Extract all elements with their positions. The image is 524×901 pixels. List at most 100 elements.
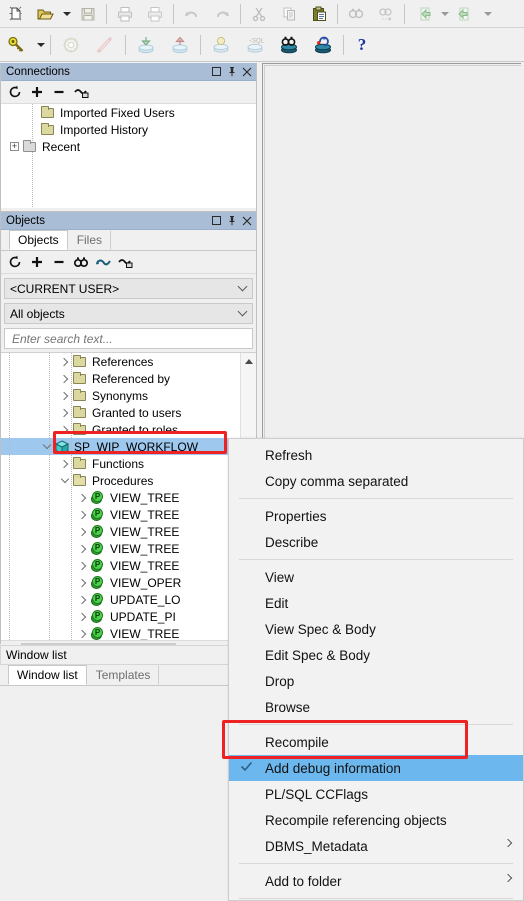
edit-icon[interactable] xyxy=(115,252,135,272)
tree-row[interactable]: P VIEW_TREE xyxy=(1,557,256,574)
chevron-right-icon[interactable] xyxy=(57,371,72,387)
menu-item-view[interactable]: View xyxy=(229,564,523,590)
chevron-down-icon[interactable] xyxy=(232,279,252,298)
chevron-right-icon[interactable] xyxy=(75,524,90,540)
chevron-down-icon[interactable] xyxy=(39,439,54,455)
menu-item-copy-comma-separated[interactable]: Copy comma separated xyxy=(229,468,523,494)
expand-plus-icon[interactable]: + xyxy=(7,139,22,155)
tree-row[interactable]: P VIEW_TREE xyxy=(1,540,256,557)
chevron-right-icon[interactable] xyxy=(75,626,90,641)
refresh-icon[interactable] xyxy=(5,252,25,272)
chevron-right-icon[interactable] xyxy=(75,558,90,574)
tree-row[interactable]: P VIEW_OPER xyxy=(1,574,256,591)
tree-row[interactable]: Functions xyxy=(1,455,256,472)
tree-row[interactable]: P VIEW_TREE xyxy=(1,489,256,506)
tab-objects[interactable]: Objects xyxy=(9,230,68,250)
tree-row[interactable]: P VIEW_TREE xyxy=(1,625,256,640)
menu-item-edit-spec-body[interactable]: Edit Spec & Body xyxy=(229,642,523,668)
explain-plan-icon[interactable] xyxy=(272,32,306,58)
user-filter-combo[interactable]: <CURRENT USER> xyxy=(4,278,253,299)
tree-row[interactable]: Imported Fixed Users xyxy=(1,104,256,121)
objects-tree[interactable]: References Referenced by Synonyms Granted t… xyxy=(1,352,256,640)
chevron-right-icon[interactable] xyxy=(57,422,72,438)
chevron-right-icon[interactable] xyxy=(57,388,72,404)
chevron-right-icon[interactable] xyxy=(75,507,90,523)
remove-icon[interactable] xyxy=(49,252,69,272)
tree-row[interactable]: P VIEW_TREE xyxy=(1,523,256,540)
object-context-menu[interactable]: Refresh Copy comma separated Properties Des… xyxy=(228,438,524,901)
maximize-icon[interactable] xyxy=(209,64,224,80)
tab-templates[interactable]: Templates xyxy=(87,665,160,685)
pin-icon[interactable] xyxy=(224,64,239,80)
menu-item-pl-sql-ccflags[interactable]: PL/SQL CCFlags xyxy=(229,781,523,807)
menu-separator xyxy=(239,898,513,899)
menu-item-drop[interactable]: Drop xyxy=(229,668,523,694)
test-db-icon[interactable] xyxy=(306,32,340,58)
menu-item-browse[interactable]: Browse xyxy=(229,694,523,720)
tree-node-label: Granted to roles xyxy=(92,422,179,437)
menu-item-recompile-referencing-objects[interactable]: Recompile referencing objects xyxy=(229,807,523,833)
chevron-right-icon[interactable] xyxy=(75,490,90,506)
tree-row[interactable]: P UPDATE_PI xyxy=(1,608,256,625)
tab-window-list[interactable]: Window list xyxy=(8,665,87,685)
paste-icon[interactable] xyxy=(304,1,334,27)
chevron-right-icon[interactable] xyxy=(57,456,72,472)
find-icon[interactable] xyxy=(71,252,91,272)
tree-row[interactable]: P VIEW_TREE xyxy=(1,506,256,523)
search-input[interactable] xyxy=(10,330,252,347)
menu-item-edit[interactable]: Edit xyxy=(229,590,523,616)
menu-item-properties[interactable]: Properties xyxy=(229,503,523,529)
tree-row[interactable]: Referenced by xyxy=(1,370,256,387)
menu-item-view-spec-body[interactable]: View Spec & Body xyxy=(229,616,523,642)
edit-connection-icon[interactable] xyxy=(71,82,91,102)
new-file-icon[interactable] xyxy=(0,1,30,27)
tree-row[interactable]: Synonyms xyxy=(1,387,256,404)
copy-icon xyxy=(274,1,304,27)
menu-item-describe[interactable]: Describe xyxy=(229,529,523,555)
open-dropdown-arrow[interactable] xyxy=(60,1,73,27)
chevron-right-icon[interactable] xyxy=(57,405,72,421)
remove-icon[interactable] xyxy=(49,82,69,102)
search-box[interactable] xyxy=(4,328,253,349)
maximize-icon[interactable] xyxy=(209,213,224,229)
pin-icon[interactable] xyxy=(224,213,239,229)
tree-row[interactable]: Granted to users xyxy=(1,404,256,421)
procedure-icon: P xyxy=(90,490,106,505)
tree-row[interactable]: + Recent xyxy=(1,138,256,155)
menu-item-dbms-metadata[interactable]: DBMS_Metadata xyxy=(229,833,523,859)
chevron-right-icon[interactable] xyxy=(75,541,90,557)
scroll-up-arrow-icon[interactable] xyxy=(241,353,256,369)
close-icon[interactable] xyxy=(239,64,254,80)
menu-item-recompile[interactable]: Recompile xyxy=(229,729,523,755)
add-icon[interactable] xyxy=(27,82,47,102)
tree-row[interactable]: P UPDATE_LO xyxy=(1,591,256,608)
object-filter-combo[interactable]: All objects xyxy=(4,303,253,324)
connections-tree[interactable]: Imported Fixed Users Imported History + Rec… xyxy=(1,104,256,208)
menu-item-add-debug-information[interactable]: Add debug information xyxy=(229,755,523,781)
chevron-down-icon[interactable] xyxy=(232,304,252,323)
help-icon[interactable]: ? xyxy=(347,32,377,58)
tree-row-selected[interactable]: SP_WIP_WORKFLOW xyxy=(1,438,256,455)
chevron-right-icon[interactable] xyxy=(57,354,72,370)
key-logon-icon[interactable] xyxy=(0,32,34,58)
menu-item-refresh[interactable]: Refresh xyxy=(229,442,523,468)
filter-icon[interactable] xyxy=(93,252,113,272)
logon-dropdown-arrow[interactable] xyxy=(34,32,47,58)
tree-row[interactable]: Procedures xyxy=(1,472,256,489)
chevron-right-icon[interactable] xyxy=(75,575,90,591)
separator xyxy=(50,34,51,55)
menu-item-add-to-folder[interactable]: Add to folder xyxy=(229,868,523,894)
open-folder-icon[interactable] xyxy=(30,1,60,27)
chevron-right-icon[interactable] xyxy=(75,609,90,625)
tab-files[interactable]: Files xyxy=(68,230,112,250)
tree-row[interactable]: Imported History xyxy=(1,121,256,138)
tree-row[interactable]: References xyxy=(1,353,256,370)
menu-item-label: Properties xyxy=(265,508,327,524)
chevron-right-icon[interactable] xyxy=(75,592,90,608)
refresh-icon[interactable] xyxy=(5,82,25,102)
chevron-down-icon[interactable] xyxy=(57,473,72,489)
add-icon[interactable] xyxy=(27,252,47,272)
close-icon[interactable] xyxy=(239,213,254,229)
tree-row[interactable]: Granted to roles xyxy=(1,421,256,438)
folder-icon xyxy=(72,456,88,471)
